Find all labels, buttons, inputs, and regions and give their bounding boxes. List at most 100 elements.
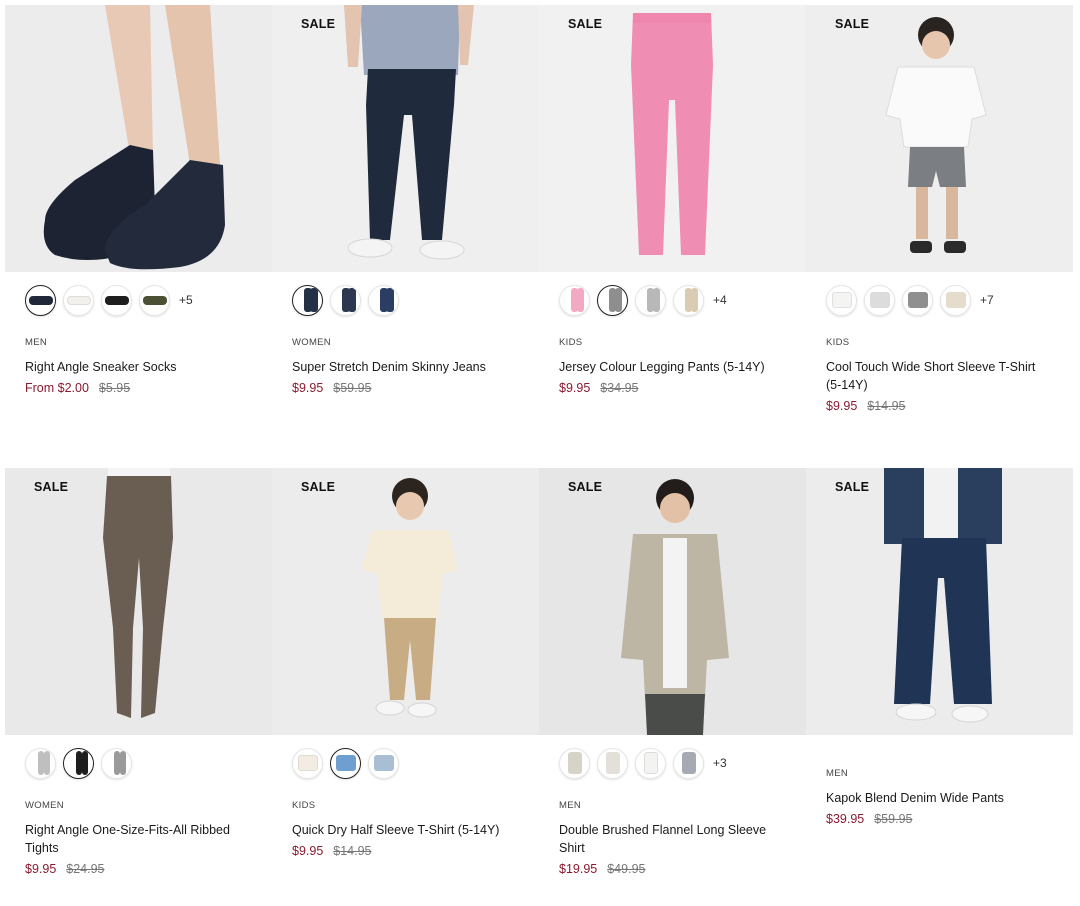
color-swatch[interactable]: [63, 284, 94, 316]
color-swatch[interactable]: [63, 747, 94, 779]
color-swatch[interactable]: [368, 284, 399, 316]
color-swatch[interactable]: [597, 747, 628, 779]
color-swatches: +4: [559, 283, 727, 317]
sale-badge: SALE: [835, 17, 870, 31]
color-swatch[interactable]: [330, 284, 361, 316]
product-prices: $19.95 $49.95: [559, 862, 779, 876]
color-swatch[interactable]: [673, 747, 704, 779]
more-colors-count[interactable]: +5: [179, 293, 193, 307]
product-category: KIDS: [559, 337, 583, 348]
product-card[interactable]: SALE +7 KIDS Cool Touch Wide Short Sleev…: [806, 5, 1073, 413]
product-image[interactable]: SALE: [806, 5, 1073, 272]
original-price: $59.95: [874, 812, 913, 826]
product-card[interactable]: +5 MEN Right Angle Sneaker Socks From $2…: [5, 5, 272, 395]
color-swatch[interactable]: [25, 747, 56, 779]
color-swatch[interactable]: [101, 284, 132, 316]
color-swatch[interactable]: [635, 747, 666, 779]
color-swatch[interactable]: [826, 284, 857, 316]
product-card[interactable]: SALE +4 KIDS Jersey Colour Legging Pants…: [539, 5, 806, 395]
product-info: WOMEN Right Angle One-Size-Fits-All Ribb…: [25, 800, 245, 876]
product-card[interactable]: SALE +3 MEN Double Brushed Flannel Long …: [539, 468, 806, 876]
product-prices: $9.95 $24.95: [25, 862, 245, 876]
color-swatch[interactable]: [101, 747, 132, 779]
color-swatch[interactable]: [902, 284, 933, 316]
sale-badge: SALE: [301, 480, 336, 494]
sale-price: From $2.00: [25, 381, 89, 395]
color-swatch[interactable]: [25, 284, 56, 316]
color-swatches: [292, 283, 399, 317]
product-grid: +5 MEN Right Angle Sneaker Socks From $2…: [0, 0, 1080, 906]
color-swatch[interactable]: [940, 284, 971, 316]
product-image[interactable]: SALE: [539, 468, 806, 735]
product-image[interactable]: SALE: [806, 468, 1073, 735]
product-prices: $9.95 $14.95: [292, 844, 512, 858]
product-name[interactable]: Right Angle One-Size-Fits-All Ribbed Tig…: [25, 821, 245, 857]
color-swatch[interactable]: [368, 747, 399, 779]
color-swatch[interactable]: [597, 284, 628, 316]
product-category: WOMEN: [25, 800, 64, 811]
product-name[interactable]: Double Brushed Flannel Long Sleeve Shirt: [559, 821, 779, 857]
product-name[interactable]: Quick Dry Half Sleeve T-Shirt (5-14Y): [292, 821, 512, 839]
color-swatch[interactable]: [292, 284, 323, 316]
color-swatches: [25, 746, 132, 780]
product-info: WOMEN Super Stretch Denim Skinny Jeans $…: [292, 337, 512, 395]
product-category: WOMEN: [292, 337, 331, 348]
product-category: MEN: [559, 800, 582, 811]
product-info: MEN Double Brushed Flannel Long Sleeve S…: [559, 800, 779, 876]
sale-badge: SALE: [34, 480, 69, 494]
sale-price: $19.95: [559, 862, 598, 876]
original-price: $34.95: [600, 381, 639, 395]
sale-badge: SALE: [568, 17, 603, 31]
product-name[interactable]: Right Angle Sneaker Socks: [25, 358, 245, 376]
product-info: KIDS Jersey Colour Legging Pants (5-14Y)…: [559, 337, 779, 395]
product-category: KIDS: [826, 337, 850, 348]
product-card[interactable]: SALE MEN Kapok Blend Denim Wide Pants $3…: [806, 468, 1073, 826]
original-price: $14.95: [333, 844, 372, 858]
product-prices: From $2.00 $5.95: [25, 381, 245, 395]
original-price: $24.95: [66, 862, 105, 876]
product-card[interactable]: SALE WOMEN Right Angle One-Size-Fits-All…: [5, 468, 272, 876]
color-swatch[interactable]: [635, 284, 666, 316]
product-card[interactable]: SALE KIDS Quick Dry Half Sleeve T-Shirt …: [272, 468, 539, 858]
product-image[interactable]: SALE: [272, 5, 539, 272]
product-category: MEN: [826, 768, 849, 779]
product-info: MEN Kapok Blend Denim Wide Pants $39.95 $…: [826, 768, 1046, 826]
sale-price: $9.95: [25, 862, 57, 876]
color-swatch[interactable]: [139, 284, 170, 316]
product-image[interactable]: SALE: [539, 5, 806, 272]
product-prices: $9.95 $34.95: [559, 381, 779, 395]
original-price: $14.95: [867, 399, 906, 413]
product-image[interactable]: SALE: [272, 468, 539, 735]
product-name[interactable]: Super Stretch Denim Skinny Jeans: [292, 358, 512, 376]
product-prices: $9.95 $59.95: [292, 381, 512, 395]
product-name[interactable]: Cool Touch Wide Short Sleeve T-Shirt (5-…: [826, 358, 1046, 394]
color-swatch[interactable]: [292, 747, 323, 779]
product-image[interactable]: [5, 5, 272, 272]
color-swatch[interactable]: [559, 747, 590, 779]
product-category: MEN: [25, 337, 48, 348]
color-swatch[interactable]: [864, 284, 895, 316]
color-swatches: +3: [559, 746, 727, 780]
sale-price: $9.95: [826, 399, 858, 413]
product-category: KIDS: [292, 800, 316, 811]
sale-price: $9.95: [559, 381, 591, 395]
original-price: $59.95: [333, 381, 372, 395]
product-prices: $39.95 $59.95: [826, 812, 1046, 826]
color-swatches: +7: [826, 283, 994, 317]
sale-badge: SALE: [835, 480, 870, 494]
color-swatch[interactable]: [559, 284, 590, 316]
color-swatch[interactable]: [330, 747, 361, 779]
product-info: MEN Right Angle Sneaker Socks From $2.00…: [25, 337, 245, 395]
color-swatches: [292, 746, 399, 780]
product-name[interactable]: Jersey Colour Legging Pants (5-14Y): [559, 358, 779, 376]
original-price: $49.95: [607, 862, 646, 876]
product-image[interactable]: SALE: [5, 468, 272, 735]
more-colors-count[interactable]: +3: [713, 756, 727, 770]
product-name[interactable]: Kapok Blend Denim Wide Pants: [826, 789, 1046, 807]
more-colors-count[interactable]: +7: [980, 293, 994, 307]
color-swatch[interactable]: [673, 284, 704, 316]
more-colors-count[interactable]: +4: [713, 293, 727, 307]
product-prices: $9.95 $14.95: [826, 399, 1046, 413]
sale-badge: SALE: [568, 480, 603, 494]
product-card[interactable]: SALE WOMEN Super Stretch Denim Skinny Je…: [272, 5, 539, 395]
